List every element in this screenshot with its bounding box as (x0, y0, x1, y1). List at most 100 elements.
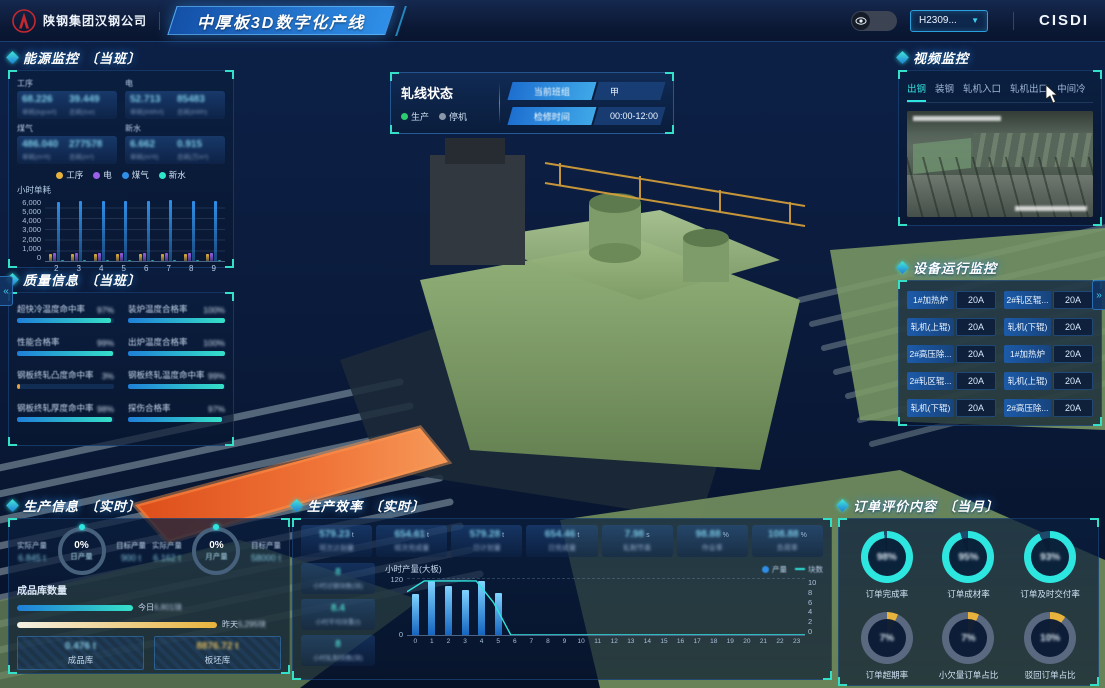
bar-电 (188, 253, 191, 261)
donut-percent: 10% (1040, 633, 1060, 644)
bar-煤气 (169, 200, 172, 261)
shift-value: 甲 (610, 84, 619, 97)
corner-bracket (1093, 217, 1102, 226)
corner-bracket (8, 665, 17, 674)
line-status-legend: 生产 停机 (401, 110, 489, 123)
legend-label: 停机 (449, 110, 467, 123)
energy-unit: 总耗(万m³) (177, 151, 220, 161)
video-tab[interactable]: 轧机出口 (1010, 81, 1048, 95)
legend-item: 产量 (762, 564, 787, 575)
side-stat-label: 小时平均块重(t) (303, 616, 373, 626)
visibility-toggle[interactable] (851, 11, 897, 31)
energy-unit: 总耗(kWh) (177, 106, 220, 116)
equipment-monitor-panel: 设备运行监控 1#加热炉20A2#轧区辊...20A轧机(上辊)20A轧机(下辊… (898, 258, 1102, 426)
video-tab[interactable]: 中间冷 (1057, 81, 1086, 95)
quality-metric-label: 钢板终轧凸度命中率 (17, 369, 94, 381)
energy-unit: 单耗(m³/t) (130, 151, 173, 161)
device-label: 轧机(上辊) (1004, 372, 1051, 390)
axis-tick: 4,000 (22, 216, 41, 225)
panel-title-text: 生产效率 (307, 496, 363, 515)
corner-bracket (1093, 417, 1102, 426)
corner-bracket (225, 437, 234, 446)
quality-metric: 探伤合格率97% (128, 402, 225, 422)
energy-card-col: 68.226单耗(kgce/t) (22, 94, 65, 116)
device-label: 轧机(上辊) (907, 318, 954, 336)
line-status-panel: 轧线状态 生产 停机 当前班组 甲 检修时间 00:00-12:00 (390, 72, 674, 134)
order-donut-cell: 95%订单成材率 (931, 531, 1007, 600)
device-reading[interactable]: 轧机(上辊)20A (907, 318, 996, 336)
energy-chart-title: 小时单耗 (17, 184, 225, 196)
device-reading[interactable]: 轧机(下辊)20A (907, 399, 996, 417)
green-dot-icon (401, 113, 408, 120)
quality-metric-value: 97% (208, 404, 225, 414)
diamond-icon (6, 499, 19, 512)
efficiency-stat-card: 654.61t班次完成量 (376, 525, 447, 557)
device-reading[interactable]: 1#加热炉20A (1004, 345, 1093, 363)
panel-title: 生产效率 〔实时〕 (292, 496, 832, 514)
device-reading[interactable]: 2#轧区辊...20A (1004, 291, 1093, 309)
legend-dot-icon (56, 172, 63, 179)
stock-summary-label: 成品库 (68, 654, 94, 666)
device-reading[interactable]: 轧机(上辊)20A (1004, 372, 1093, 390)
stock-bar-value: 6,801块 (154, 603, 182, 612)
axis-tick: 10 (573, 638, 590, 645)
panel-title-text: 视频监控 (913, 48, 969, 67)
bar-新水 (83, 260, 86, 261)
left-panel-collapse-handle[interactable]: « (0, 276, 13, 306)
video-tab[interactable]: 装钢 (935, 81, 954, 95)
axis-tick: 8 (808, 588, 823, 597)
device-reading[interactable]: 1#加热炉20A (907, 291, 996, 309)
energy-value: 277578 (69, 139, 112, 150)
dark-tower (430, 155, 525, 265)
axis-tick: 1,000 (22, 244, 41, 253)
energy-cards: 工序68.226单耗(kgce/t)39.449总耗(tce)电52.713单耗… (17, 77, 225, 164)
header-divider (1013, 12, 1014, 30)
right-panel-collapse-handle[interactable]: » (1092, 280, 1105, 310)
device-reading[interactable]: 2#高压除...20A (1004, 399, 1093, 417)
efficiency-side-stat: 8小时过钢块数(块) (301, 563, 375, 594)
bar-电 (210, 253, 213, 261)
axis-tick: 4 (808, 607, 823, 616)
line-status-title: 轧线状态 (401, 83, 489, 102)
video-tab[interactable]: 出钢 (907, 81, 926, 95)
corner-bracket (292, 518, 301, 527)
quality-metric-value: 99% (97, 338, 114, 348)
axis-tick: 2 (808, 617, 823, 626)
device-readings-grid: 1#加热炉20A 2#轧区辊...20A 轧机(上辊)20A 轧机(下辊)20A 2#高… (907, 289, 1093, 417)
actual-output-value: 6.845 t (17, 553, 47, 563)
corner-bracket (8, 437, 17, 446)
side-stat-label: 小时过钢块数(块) (303, 580, 373, 590)
donut-percent: 95% (958, 552, 978, 563)
legend-label: 块数 (808, 564, 823, 575)
panel-title-suffix: 〔实时〕 (369, 496, 425, 515)
video-tab[interactable]: 轧机入口 (963, 81, 1001, 95)
stock-bar-row: 今日6,801块 (17, 602, 281, 613)
order-donut-grid: 98%订单完成率95%订单成材率93%订单及时交付率7%订单超期率7%小欠量订单… (847, 527, 1090, 681)
progress-track (128, 351, 225, 356)
line-status-body: 轧线状态 生产 停机 当前班组 甲 检修时间 00:00-12:00 (390, 72, 674, 134)
panel-title-text: 能源监控 (23, 48, 79, 67)
energy-card-box: 52.713单耗(kWh/t)85483总耗(kWh) (125, 91, 225, 119)
quality-metric-label: 性能合格率 (17, 336, 60, 348)
device-reading[interactable]: 轧机(下辊)20A (1004, 318, 1093, 336)
shift-selector-value: H2309... (919, 15, 957, 26)
actual-output-value: 6.162 t (152, 553, 182, 563)
stock-bar-row: 昨天5,295块 (17, 619, 281, 630)
camera-feed[interactable] (907, 111, 1093, 217)
shift-selector-dropdown[interactable]: H2309... ▼ (910, 10, 988, 32)
device-reading[interactable]: 2#轧区辊...20A (907, 372, 996, 390)
donut-chart: 98% (861, 531, 913, 583)
stat-value: 108.88 (768, 529, 799, 540)
bar-group (94, 201, 109, 261)
cisdi-logo: CISDI (1039, 12, 1089, 29)
corner-bracket (898, 280, 907, 289)
device-label: 1#加热炉 (907, 291, 954, 309)
bar-工序 (71, 254, 74, 261)
energy-card-name: 电 (125, 78, 225, 89)
device-label: 2#高压除... (907, 345, 954, 363)
diamond-icon (836, 499, 849, 512)
panel-title-text: 订单评价内容 (853, 496, 937, 515)
device-reading[interactable]: 2#高压除...20A (907, 345, 996, 363)
axis-tick: 6 (506, 638, 523, 645)
panel-title: 能源监控 〔当班〕 (8, 48, 234, 66)
